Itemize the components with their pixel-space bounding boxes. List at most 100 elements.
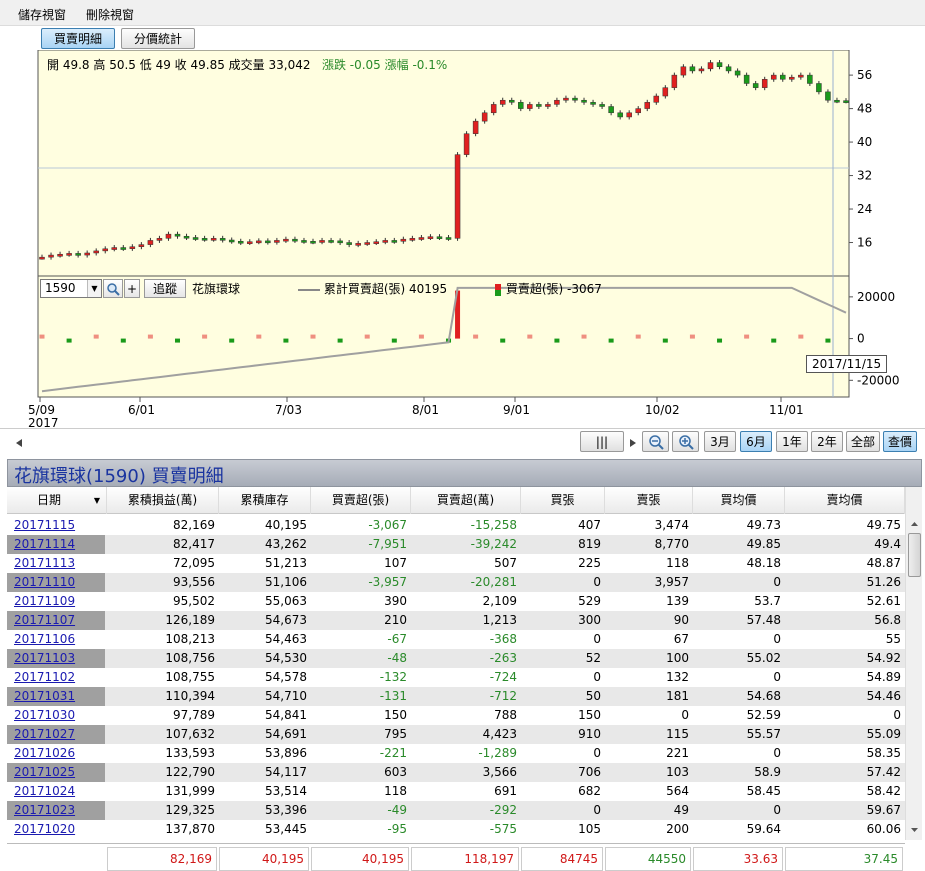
- range-all-button[interactable]: 全部: [846, 431, 880, 452]
- table-cell: 50: [585, 689, 601, 703]
- vol-tick-label: -20000: [857, 373, 900, 387]
- date-link[interactable]: 20171103: [7, 651, 75, 665]
- table-cell: 0: [593, 803, 601, 817]
- range-3m-button[interactable]: 3月: [704, 431, 736, 452]
- candle: [635, 108, 641, 114]
- track-button[interactable]: 追蹤: [144, 279, 186, 298]
- cell-date[interactable]: 20171020: [7, 820, 105, 839]
- cell-date[interactable]: 20171113: [7, 554, 105, 573]
- cell-date[interactable]: 20171109: [7, 592, 105, 611]
- column-header[interactable]: 買均價: [693, 487, 785, 514]
- cell-date[interactable]: 20171115: [7, 516, 105, 535]
- zoom-out-icon[interactable]: [642, 431, 669, 452]
- column-header[interactable]: 累積庫存: [219, 487, 311, 514]
- date-link[interactable]: 20171109: [7, 594, 75, 608]
- table-cell: 53,896: [265, 746, 307, 760]
- cell-date[interactable]: 20171106: [7, 630, 105, 649]
- column-header[interactable]: 賣張: [605, 487, 693, 514]
- daily-net-bar: [175, 338, 181, 343]
- table-row[interactable]: 20171026 133,593 53,896 -221 -1,289 0 221 0 58.3…: [7, 744, 905, 763]
- table-row[interactable]: 20171030 97,789 54,841 150 788 150 0 52.59 0: [7, 706, 905, 725]
- scroll-down-icon[interactable]: [907, 823, 922, 837]
- cell-date[interactable]: 20171103: [7, 649, 105, 668]
- chevron-down-icon[interactable]: ▼: [87, 280, 101, 297]
- search-icon[interactable]: [103, 279, 123, 298]
- table-row[interactable]: 20171115 82,169 40,195 -3,067 -15,258 407 3,47…: [7, 516, 905, 535]
- cell-date[interactable]: 20171027: [7, 725, 105, 744]
- table-row[interactable]: 20171103 108,756 54,530 -48 -263 52 100 55.02 54…: [7, 649, 905, 668]
- range-2y-button[interactable]: 2年: [811, 431, 843, 452]
- scroll-right-icon[interactable]: [627, 433, 639, 453]
- scrollbar-thumb[interactable]: [908, 533, 921, 577]
- date-link[interactable]: 20171106: [7, 632, 75, 646]
- table-row[interactable]: 20171106 108,213 54,463 -67 -368 0 67 0 55: [7, 630, 905, 649]
- date-link[interactable]: 20171102: [7, 670, 75, 684]
- candle: [725, 66, 732, 72]
- table-row[interactable]: 20171025 122,790 54,117 603 3,566 706 103 58.9 5…: [7, 763, 905, 782]
- scroll-up-icon[interactable]: [907, 517, 922, 531]
- date-link[interactable]: 20171114: [7, 537, 75, 551]
- cell-date[interactable]: 20171025: [7, 763, 105, 782]
- column-header[interactable]: 累積損益(萬): [107, 487, 219, 514]
- table-row[interactable]: 20171113 72,095 51,213 107 507 225 118 48.18 48.…: [7, 554, 905, 573]
- tab-trade-detail[interactable]: 買賣明細: [41, 28, 115, 49]
- table-cell: 54.46: [866, 689, 901, 703]
- column-header[interactable]: 買賣超(萬): [411, 487, 521, 514]
- candle: [780, 74, 786, 80]
- scroll-thumb[interactable]: |||: [580, 431, 624, 452]
- column-header[interactable]: 買賣超(張): [311, 487, 411, 514]
- cell-date[interactable]: 20171031: [7, 687, 105, 706]
- sort-desc-icon[interactable]: ▼: [91, 487, 103, 514]
- table-row[interactable]: 20171110 93,556 51,106 -3,957 -20,281 0 3,957 0…: [7, 573, 905, 592]
- menu-delete-view[interactable]: 刪除視窗: [86, 6, 134, 23]
- date-link[interactable]: 20171025: [7, 765, 75, 779]
- vertical-scrollbar[interactable]: [905, 487, 922, 840]
- table-row[interactable]: 20171109 95,502 55,063 390 2,109 529 139 53.7 52…: [7, 592, 905, 611]
- date-link[interactable]: 20171115: [7, 518, 75, 532]
- tab-price-stats[interactable]: 分價統計: [121, 28, 195, 49]
- zoom-in-icon[interactable]: [672, 431, 699, 452]
- table-cell: -7,951: [368, 537, 407, 551]
- table-row[interactable]: 20171114 82,417 43,262 -7,951 -39,242 819 8,77…: [7, 535, 905, 554]
- table-row[interactable]: 20171024 131,999 53,514 118 691 682 564 58.45 58…: [7, 782, 905, 801]
- range-1y-button[interactable]: 1年: [776, 431, 808, 452]
- add-icon[interactable]: +: [124, 279, 140, 298]
- date-link[interactable]: 20171023: [7, 803, 75, 817]
- table-row[interactable]: 20171027 107,632 54,691 795 4,423 910 115 55.57…: [7, 725, 905, 744]
- table-cell: 57.42: [866, 765, 901, 779]
- table-cell: 55.09: [866, 727, 901, 741]
- column-header[interactable]: 買張: [521, 487, 605, 514]
- date-link[interactable]: 20171026: [7, 746, 75, 760]
- legend-cumulative: 累計買賣超(張) 40195: [298, 280, 447, 297]
- table-row[interactable]: 20171031 110,394 54,710 -131 -712 50 181 54.68 5…: [7, 687, 905, 706]
- date-link[interactable]: 20171024: [7, 784, 75, 798]
- stock-code-select[interactable]: 1590 ▼: [40, 279, 102, 298]
- date-link[interactable]: 20171031: [7, 689, 75, 703]
- menu-save-view[interactable]: 儲存視窗: [18, 6, 66, 23]
- price-tick-label: 24: [857, 202, 872, 216]
- table-row[interactable]: 20171107 126,189 54,673 210 1,213 300 90 57.48 5…: [7, 611, 905, 630]
- date-link[interactable]: 20171030: [7, 708, 75, 722]
- table-row[interactable]: 20171102 108,755 54,578 -132 -724 0 132 0 54.89: [7, 668, 905, 687]
- cell-date[interactable]: 20171023: [7, 801, 105, 820]
- candle: [265, 240, 271, 244]
- table-cell: 58.45: [746, 784, 781, 798]
- date-link[interactable]: 20171020: [7, 822, 75, 836]
- date-link[interactable]: 20171110: [7, 575, 75, 589]
- date-link[interactable]: 20171113: [7, 556, 75, 570]
- range-6m-button[interactable]: 6月: [740, 431, 772, 452]
- date-link[interactable]: 20171027: [7, 727, 75, 741]
- cell-date[interactable]: 20171107: [7, 611, 105, 630]
- cell-date[interactable]: 20171102: [7, 668, 105, 687]
- column-header[interactable]: 賣均價: [785, 487, 905, 514]
- cell-date[interactable]: 20171024: [7, 782, 105, 801]
- cell-date[interactable]: 20171114: [7, 535, 105, 554]
- cell-date[interactable]: 20171110: [7, 573, 105, 592]
- scroll-left-icon[interactable]: [10, 433, 30, 453]
- cell-date[interactable]: 20171030: [7, 706, 105, 725]
- query-price-button[interactable]: 查價: [883, 431, 917, 452]
- table-row[interactable]: 20171023 129,325 53,396 -49 -292 0 49 0 59.67: [7, 801, 905, 820]
- date-link[interactable]: 20171107: [7, 613, 75, 627]
- cell-date[interactable]: 20171026: [7, 744, 105, 763]
- table-row[interactable]: 20171020 137,870 53,445 -95 -575 105 200 59.64 6…: [7, 820, 905, 839]
